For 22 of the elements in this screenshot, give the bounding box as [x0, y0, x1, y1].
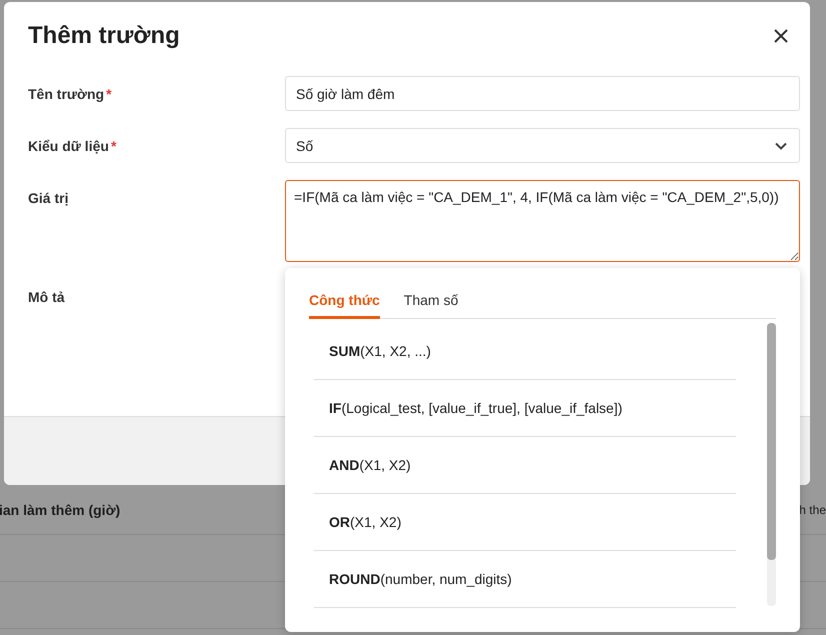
close-icon[interactable] — [774, 29, 788, 43]
column-header: h the — [799, 503, 826, 517]
data-type-dropdown[interactable]: Số — [285, 128, 800, 163]
tab[interactable]: Công thức — [309, 288, 380, 319]
field-label: Giá trị — [28, 190, 68, 206]
name-field[interactable]: Số giờ làm đêm — [285, 76, 800, 111]
required-mark: * — [106, 86, 112, 102]
formula-item[interactable]: ROUND(number, num_digits) — [329, 571, 512, 587]
field-label: Mô tả — [28, 289, 65, 305]
formula-item[interactable]: AND(X1, X2) — [329, 457, 411, 473]
column-header: ian làm thêm (giờ) — [0, 502, 120, 518]
formula-item[interactable]: SUM(X1, X2, ...) — [329, 343, 431, 359]
formula-field[interactable]: =IF(Mã ca làm việc = "CA_DEM_1", 4, IF(Mã ca làm việc = "CA_DEM_2",5,0)) — [285, 180, 800, 262]
dialog-title: Thêm trường — [28, 22, 180, 50]
field-label: Kiểu dữ liệu — [28, 138, 109, 154]
formula-item[interactable]: IF(Logical_test, [value_if_true], [value_if_false]) — [329, 400, 622, 416]
chevron-down-icon — [775, 142, 787, 150]
scrollbar[interactable] — [767, 323, 776, 606]
formula-item[interactable]: OR(X1, X2) — [329, 514, 402, 530]
required-mark: * — [110, 138, 116, 154]
field-label: Tên trường — [28, 86, 104, 102]
tab[interactable]: Tham số — [404, 288, 458, 319]
